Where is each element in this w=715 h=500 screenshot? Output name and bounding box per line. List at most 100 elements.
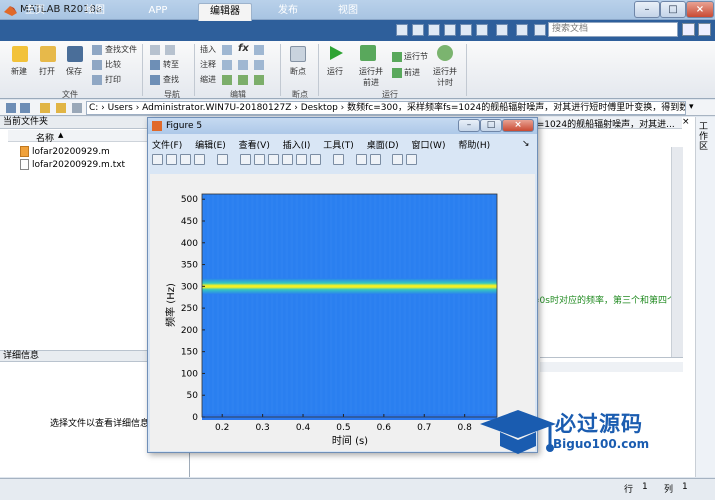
new-icon[interactable]	[12, 46, 28, 62]
search-icon[interactable]	[682, 23, 695, 36]
menu-edit[interactable]: 编辑(E)	[195, 141, 226, 151]
breakpoint-icon[interactable]	[290, 46, 306, 62]
zoom-out-icon[interactable]	[253, 154, 265, 165]
new-figure-icon[interactable]	[152, 154, 163, 165]
zoom-in-icon[interactable]	[239, 154, 251, 165]
path-expand-icon[interactable]: ▾	[689, 102, 694, 112]
tab-view[interactable]: 视图	[325, 3, 371, 21]
decrease-indent-icon[interactable]	[254, 75, 264, 85]
undo-quick-icon[interactable]	[460, 24, 472, 36]
forward-arrow-icon[interactable]	[20, 103, 30, 113]
open-file-icon[interactable]	[166, 154, 177, 165]
compare-button[interactable]: 比较	[105, 59, 121, 70]
run-icon[interactable]	[328, 45, 344, 61]
comment-button[interactable]: 注释	[200, 59, 216, 70]
menu-window[interactable]: 窗口(W)	[412, 141, 446, 151]
open-button[interactable]: 打开	[39, 66, 55, 77]
menu-view[interactable]: 查看(V)	[239, 141, 270, 151]
save-icon[interactable]	[67, 46, 83, 62]
uncomment-icon[interactable]	[254, 60, 264, 70]
tab-plots[interactable]: 绘图	[72, 3, 118, 21]
insert-colorbar-icon[interactable]	[355, 154, 367, 165]
rotate-3d-icon[interactable]	[281, 154, 293, 165]
dropdown-quick-icon[interactable]	[534, 24, 546, 36]
cut-quick-icon[interactable]	[412, 24, 424, 36]
new-button[interactable]: 新建	[11, 66, 27, 77]
insert-section-icon[interactable]	[222, 45, 232, 55]
path-dropdown-icon[interactable]	[72, 103, 82, 113]
increase-indent-icon[interactable]	[238, 75, 248, 85]
insert-button[interactable]: 插入	[200, 44, 216, 55]
copy-quick-icon[interactable]	[428, 24, 440, 36]
find-button[interactable]: 查找	[163, 74, 179, 85]
show-plot-tools-icon[interactable]	[406, 154, 418, 165]
tab-home[interactable]: 主页	[12, 3, 58, 21]
tab-editor[interactable]: 编辑器	[198, 3, 252, 21]
help-quick-icon[interactable]	[516, 24, 528, 36]
find-files-button[interactable]: 查找文件	[105, 44, 137, 55]
workspace-label[interactable]: 工作区	[699, 122, 709, 152]
print-figure-icon[interactable]	[194, 154, 205, 165]
editor-tab[interactable]: s=1024的舰船辐射噪声，对其进...	[532, 117, 682, 129]
y-tick-label: 250	[181, 304, 198, 314]
menu-tools[interactable]: 工具(T)	[323, 141, 354, 151]
brush-icon[interactable]	[309, 154, 321, 165]
menu-file[interactable]: 文件(F)	[152, 141, 182, 151]
ribbon-collapse-icon[interactable]	[698, 23, 711, 36]
run-button[interactable]: 运行	[327, 66, 343, 77]
forward-nav-icon[interactable]	[165, 45, 175, 55]
figure-menu-bar: 文件(F) 编辑(E) 查看(V) 插入(I) 工具(T) 桌面(D) 窗口(W…	[152, 138, 500, 152]
print-button[interactable]: 打印	[105, 74, 121, 85]
fx-button[interactable]: fx	[238, 43, 249, 54]
menu-insert[interactable]: 插入(I)	[283, 141, 311, 151]
tab-publish[interactable]: 发布	[265, 3, 311, 21]
insert-legend-icon[interactable]	[369, 154, 381, 165]
back-nav-icon[interactable]	[150, 45, 160, 55]
dock-figure-icon[interactable]: ↘	[522, 139, 530, 149]
open-folder-icon[interactable]	[40, 46, 56, 62]
paste-quick-icon[interactable]	[444, 24, 456, 36]
percent-comment-icon[interactable]	[238, 60, 248, 70]
menu-desktop[interactable]: 桌面(D)	[367, 141, 399, 151]
insert-dropdown-icon[interactable]	[254, 45, 264, 55]
data-cursor-icon[interactable]	[295, 154, 307, 165]
file-item[interactable]: lofar20200929.m	[32, 147, 110, 157]
minimize-button[interactable]: –	[634, 1, 660, 18]
run-and-time-button[interactable]: 运行并计时	[430, 66, 460, 88]
edit-plot-icon[interactable]	[216, 154, 228, 165]
path-field[interactable]: C: › Users › Administrator.WIN7U-2018012…	[86, 101, 686, 115]
name-column-header[interactable]: 名称	[36, 131, 54, 144]
run-section-button[interactable]: 运行节	[404, 51, 428, 62]
run-advance-icon[interactable]	[360, 45, 376, 61]
browse-folder-icon[interactable]	[56, 103, 66, 113]
figure-close-button[interactable]: ×	[502, 119, 534, 132]
maximize-button[interactable]: □	[660, 1, 686, 18]
breakpoints-button[interactable]: 断点	[290, 66, 306, 77]
back-arrow-icon[interactable]	[6, 103, 16, 113]
pan-icon[interactable]	[267, 154, 279, 165]
save-figure-icon[interactable]	[180, 154, 191, 165]
run-advance-button[interactable]: 运行并前进	[356, 66, 386, 88]
switch-window-icon[interactable]	[496, 24, 508, 36]
comment-toggle-icon[interactable]	[222, 60, 232, 70]
indent-button[interactable]: 缩进	[200, 74, 216, 85]
menu-help[interactable]: 帮助(H)	[458, 141, 490, 151]
link-plot-icon[interactable]	[332, 154, 344, 165]
save-quick-icon[interactable]	[396, 24, 408, 36]
close-button[interactable]: ×	[686, 1, 714, 18]
close-tab-icon[interactable]: ×	[682, 117, 690, 127]
advance-button[interactable]: 前进	[404, 67, 420, 78]
editor-scrollbar[interactable]	[671, 147, 683, 357]
smart-indent-icon[interactable]	[222, 75, 232, 85]
save-button[interactable]: 保存	[66, 66, 82, 77]
tab-apps[interactable]: APP	[135, 3, 181, 21]
figure-maximize-button[interactable]: □	[480, 119, 502, 132]
redo-quick-icon[interactable]	[476, 24, 488, 36]
hide-plot-tools-icon[interactable]	[392, 154, 404, 165]
file-item[interactable]: lofar20200929.m.txt	[32, 160, 125, 170]
figure-minimize-button[interactable]: –	[458, 119, 480, 132]
folder-up-icon[interactable]	[40, 103, 50, 113]
goto-button[interactable]: 转至	[163, 59, 179, 70]
run-time-icon[interactable]	[437, 45, 453, 61]
search-docs-input[interactable]: 搜索文档	[548, 22, 678, 37]
